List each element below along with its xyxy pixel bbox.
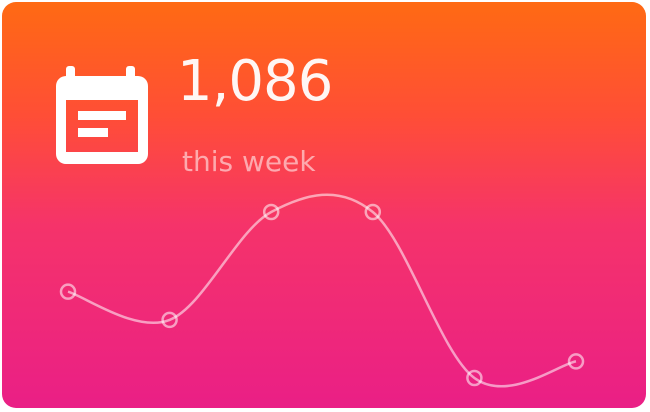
sparkline-chart [59, 193, 585, 388]
sparkline-line [67, 193, 577, 388]
stats-card: 1,086 this week [2, 2, 646, 408]
